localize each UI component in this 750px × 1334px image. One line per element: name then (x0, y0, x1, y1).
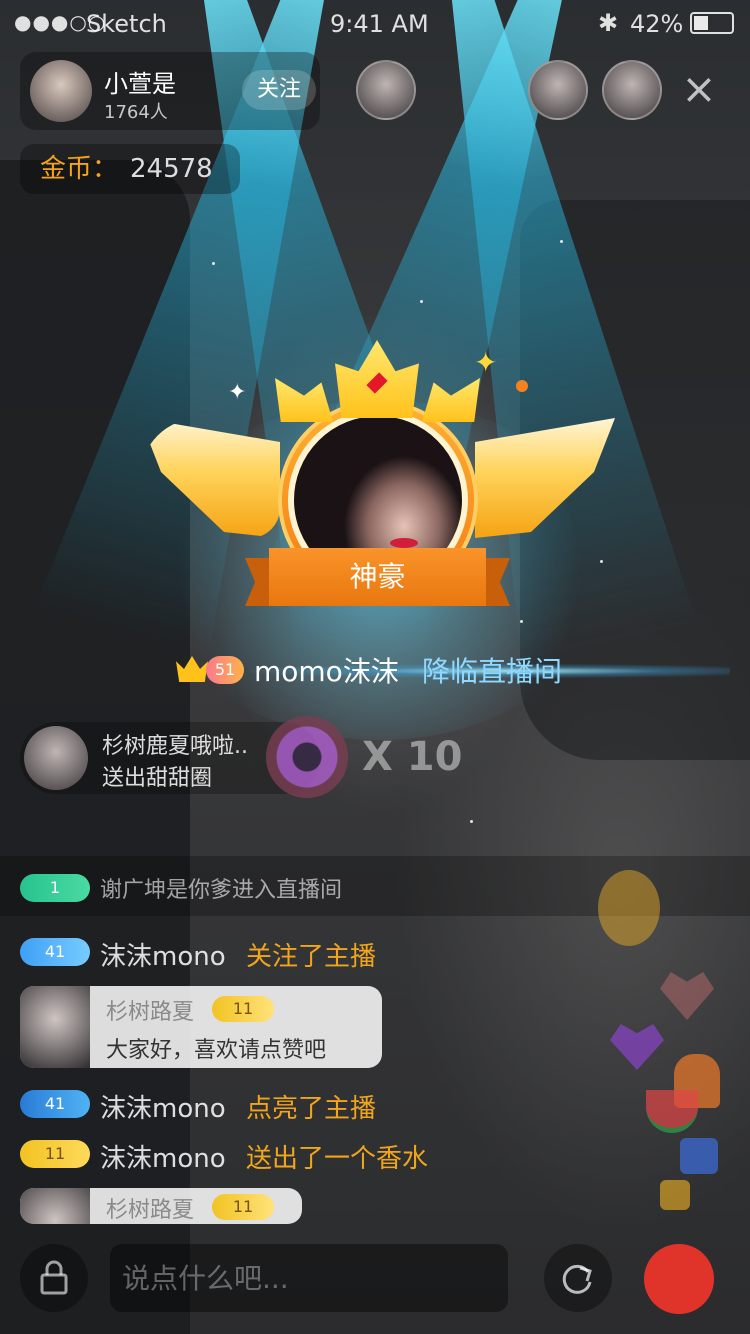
entrance-message: 降临直播间 (422, 655, 563, 688)
carrier-label: Sketch (86, 10, 167, 38)
host-card[interactable]: 小萱是 1764人 关注 (20, 52, 320, 130)
chat-line: 11 沫沫mono 送出了一个香水 (0, 1136, 750, 1176)
chat-user: 沫沫mono (100, 1094, 226, 1124)
viewer-avatar[interactable] (602, 60, 662, 120)
sparkle-dot (516, 380, 528, 392)
chat-bubble: 杉树路夏 11 大家好，喜欢请点赞吧 (20, 986, 382, 1068)
crown-icon (275, 340, 480, 422)
lock-icon (40, 1260, 68, 1295)
sparkle-icon: ✦ (228, 380, 247, 405)
diamond-icon: 41 (20, 938, 90, 966)
star-icon: 11 (212, 996, 274, 1022)
host-name: 小萱是 (104, 70, 176, 98)
vip-entrance-badge: 神豪 ✦ ✦ (140, 340, 615, 620)
rank-title: 神豪 (349, 560, 406, 593)
bubble-user: 杉树路夏 (106, 1198, 195, 1223)
sparkle-icon: ✦ (474, 346, 498, 379)
bottom-toolbar (0, 1230, 750, 1334)
chat-text: 谢广坤是你爹进入直播间 (100, 878, 343, 903)
chat-avatar[interactable] (20, 1188, 90, 1224)
gift-action: 送出甜甜圈 (102, 766, 213, 791)
chat-line: 41 沫沫mono 点亮了主播 (0, 1086, 750, 1126)
chat-bubble: 杉树路夏 11 (20, 1188, 302, 1224)
viewer-avatar[interactable] (528, 60, 588, 120)
battery-percent: 42% (630, 10, 684, 38)
entering-user: momo沫沫 (254, 655, 399, 688)
level-badge: 51 (206, 656, 244, 684)
bluetooth-icon: ✱ (598, 9, 619, 37)
coin-label: 金币： (40, 154, 119, 184)
gift-sender-avatar[interactable] (24, 726, 88, 790)
left-wing (140, 418, 280, 538)
donut-icon (266, 716, 348, 798)
crown-icon (176, 656, 208, 682)
viewer-count: 1764人 (104, 102, 168, 123)
share-button[interactable] (544, 1244, 612, 1312)
coin-value: 24578 (130, 154, 213, 184)
host-avatar[interactable] (30, 60, 92, 122)
gift-button[interactable] (644, 1244, 714, 1314)
battery-icon (690, 12, 734, 34)
thumbs-up-icon (660, 1180, 690, 1210)
sparkle-dot (520, 620, 523, 623)
star-icon: 11 (20, 1140, 90, 1168)
vip-avatar-detail (390, 538, 418, 548)
heart-icon (598, 870, 660, 946)
chat-action: 点亮了主播 (246, 1094, 377, 1124)
level-pill: 1 (20, 874, 90, 902)
chat-user: 沫沫mono (100, 1144, 226, 1174)
lock-button[interactable] (20, 1244, 88, 1312)
sparkle-dot (420, 300, 423, 303)
diamond-icon: 41 (20, 1090, 90, 1118)
gift-count: X 10 (362, 734, 463, 780)
entrance-banner: 51 momo沫沫 降临直播间 (176, 648, 596, 692)
viewer-avatar[interactable] (356, 60, 416, 120)
chat-avatar[interactable] (20, 986, 90, 1068)
follow-button[interactable]: 关注 (242, 70, 316, 110)
status-bar: ●●●○○ Sketch 9:41 AM ✱ 42% (0, 0, 750, 44)
chat-action: 关注了主播 (246, 942, 377, 972)
share-icon (562, 1264, 592, 1294)
rank-ribbon: 神豪 (245, 548, 510, 606)
gift-sender-name: 杉树鹿夏哦啦.. (102, 734, 248, 759)
thumbs-up-icon (680, 1138, 718, 1174)
coin-counter: 金币： 24578 (20, 144, 240, 194)
bubble-user: 杉树路夏 (106, 1000, 195, 1025)
chat-user: 沫沫mono (100, 942, 226, 972)
star-icon: 11 (212, 1194, 274, 1220)
sparkle-dot (212, 262, 215, 265)
comment-input[interactable] (110, 1244, 508, 1312)
sparkle-dot (470, 820, 473, 823)
right-wing (475, 418, 615, 538)
bubble-text: 大家好，喜欢请点赞吧 (106, 1038, 327, 1063)
comment-input-box[interactable] (110, 1244, 508, 1312)
sparkle-dot (560, 240, 563, 243)
chat-action: 送出了一个香水 (246, 1144, 429, 1174)
clock: 9:41 AM (330, 10, 429, 38)
close-icon[interactable]: × (680, 68, 718, 110)
